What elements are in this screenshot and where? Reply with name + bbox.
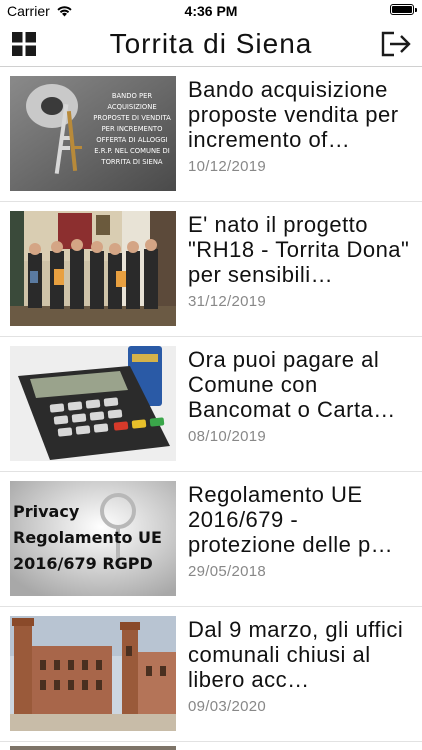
news-thumbnail-partial	[10, 746, 176, 750]
news-thumbnail-pos-terminal	[10, 346, 176, 461]
news-date: 09/03/2020	[188, 698, 267, 715]
news-list: BANDO PER ACQUISIZIONE PROPOSTE DI VENDI…	[0, 67, 422, 742]
page-title: Torrita di Siena	[109, 28, 313, 59]
svg-text:E.R.P. NEL COMUNE DI: E.R.P. NEL COMUNE DI	[94, 147, 170, 155]
news-item[interactable]: E' nato il progetto "RH18 - Torrita Dona…	[0, 202, 422, 337]
svg-text:PROPOSTE DI VENDITA: PROPOSTE DI VENDITA	[93, 114, 171, 122]
news-item[interactable]: Dal 9 marzo, gli uffici comunali chiusi …	[0, 607, 422, 742]
svg-text:TORRITA DI SIENA: TORRITA DI SIENA	[100, 158, 162, 166]
news-date: 29/05/2018	[188, 563, 267, 580]
news-title: Dal 9 marzo, gli uffici comunali chiusi …	[188, 617, 404, 692]
news-item[interactable]: Privacy Regolamento UE 2016/679 RGPD Reg…	[0, 472, 422, 607]
svg-text:Privacy: Privacy	[13, 502, 80, 521]
svg-text:ACQUISIZIONE: ACQUISIZIONE	[107, 103, 156, 111]
news-thumbnail-privacy: Privacy Regolamento UE 2016/679 RGPD	[10, 481, 176, 596]
news-thumbnail-keys: BANDO PER ACQUISIZIONE PROPOSTE DI VENDI…	[10, 76, 176, 191]
svg-text:PER INCREMENTO: PER INCREMENTO	[102, 125, 163, 133]
news-thumbnail-town-hall	[10, 616, 176, 731]
news-title: Regolamento UE 2016/679 - protezione del…	[188, 482, 394, 557]
logout-button[interactable]	[380, 30, 412, 58]
logout-icon	[381, 31, 411, 57]
svg-text:Regolamento UE: Regolamento UE	[13, 528, 162, 547]
status-time: 4:36 PM	[184, 3, 238, 19]
svg-text:OFFERTA DI ALLOGGI: OFFERTA DI ALLOGGI	[96, 136, 167, 144]
svg-text:BANDO PER: BANDO PER	[112, 92, 153, 100]
svg-text:2016/679 RGPD: 2016/679 RGPD	[13, 554, 153, 573]
news-title: E' nato il progetto "RH18 - Torrita Dona…	[188, 212, 410, 287]
battery-icon	[390, 4, 417, 15]
status-bar: Carrier 4:36 PM	[0, 0, 422, 22]
news-title: Bando acquisizione proposte vendita per …	[188, 77, 399, 152]
grid-icon	[12, 32, 36, 56]
news-date: 31/12/2019	[188, 293, 267, 310]
news-item[interactable]: BANDO PER ACQUISIZIONE PROPOSTE DI VENDI…	[0, 67, 422, 202]
news-title: Ora puoi pagare al Comune con Bancomat o…	[188, 347, 396, 422]
news-item-partial[interactable]	[0, 737, 422, 750]
grid-menu-button[interactable]	[12, 32, 36, 56]
news-date: 10/12/2019	[188, 158, 267, 175]
navigation-bar: Torrita di Siena	[0, 22, 422, 67]
news-thumbnail-group-photo	[10, 211, 176, 326]
news-item[interactable]: Ora puoi pagare al Comune con Bancomat o…	[0, 337, 422, 472]
news-date: 08/10/2019	[188, 428, 267, 445]
